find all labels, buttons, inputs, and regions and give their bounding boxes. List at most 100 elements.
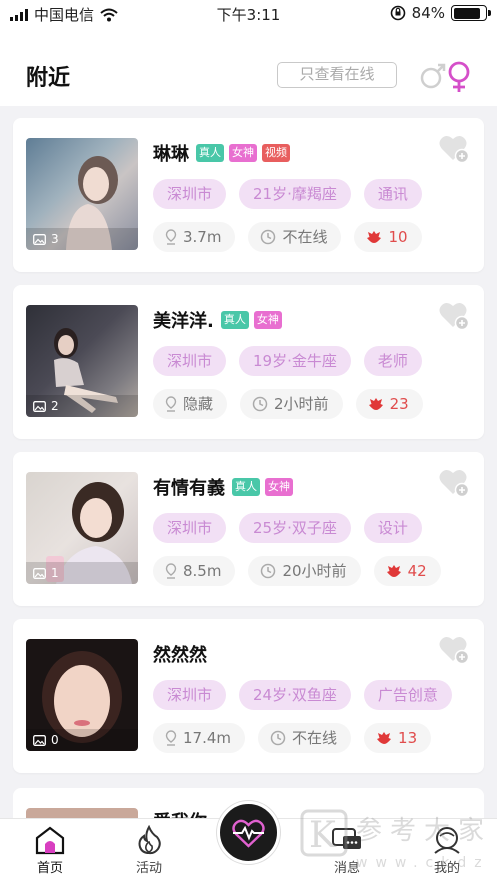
tag-row: 深圳市 19岁·金牛座 老师 xyxy=(153,346,422,376)
heartbeat-icon xyxy=(232,819,265,848)
status-value: 20小时前 xyxy=(282,562,347,580)
flower-count-value: 23 xyxy=(389,395,409,413)
tag-row: 深圳市 21岁·摩羯座 通讯 xyxy=(153,179,422,209)
rose-icon xyxy=(367,231,382,243)
city-tag: 深圳市 xyxy=(153,680,227,710)
clock-icon xyxy=(252,396,268,412)
verified-badge: 真人 xyxy=(196,144,224,162)
age-tag: 21岁·摩羯座 xyxy=(239,179,351,209)
photo-count-value: 0 xyxy=(51,733,59,747)
online-status-chip: 不在线 xyxy=(258,723,352,753)
svg-text:K: K xyxy=(309,815,344,856)
flower-count-value: 10 xyxy=(388,228,408,246)
meta-row: 8.5m 20小时前 42 xyxy=(153,556,441,586)
location-pin-icon xyxy=(165,229,177,245)
tab-label: 首页 xyxy=(36,861,63,876)
tab-label: 活动 xyxy=(135,861,162,876)
age-tag: 19岁·金牛座 xyxy=(239,346,351,376)
svg-text:www.ckdz: www.ckdz xyxy=(356,855,490,871)
status-right: 84% xyxy=(390,4,491,22)
orientation-lock-icon xyxy=(390,5,405,21)
like-add-icon[interactable] xyxy=(438,301,470,331)
user-card[interactable]: 3 琳琳 真人 女神 视频 深圳市 21岁·摩羯座 通讯 3.7m 不在线 10 xyxy=(13,118,484,272)
goddess-badge: 女神 xyxy=(253,311,282,329)
verified-badge: 真人 xyxy=(232,478,260,496)
distance-value: 隐藏 xyxy=(183,395,214,413)
user-photo[interactable]: 1 xyxy=(26,472,138,584)
like-add-icon[interactable] xyxy=(438,134,470,164)
location-pin-icon xyxy=(165,730,177,746)
tab-activity[interactable]: 活动 xyxy=(119,825,179,876)
photo-count-value: 3 xyxy=(51,232,59,246)
job-tag: 通讯 xyxy=(363,179,422,209)
photo-count: 1 xyxy=(26,562,138,584)
user-name: 美洋洋. xyxy=(153,311,214,332)
photo-count: 0 xyxy=(26,729,138,751)
user-photo[interactable]: 3 xyxy=(26,138,138,250)
online-only-filter-button[interactable]: 只查看在线 xyxy=(277,62,397,88)
photo-count-value: 2 xyxy=(51,399,59,413)
gender-switch-icon[interactable] xyxy=(415,58,475,94)
age-tag: 25岁·双子座 xyxy=(239,513,351,543)
home-icon xyxy=(35,826,65,855)
tag-row: 深圳市 24岁·双鱼座 广告创意 xyxy=(153,680,452,710)
rose-icon xyxy=(377,732,392,744)
name-row: 然然然 xyxy=(153,641,209,667)
city-tag: 深圳市 xyxy=(153,513,227,543)
user-name: 然然然 xyxy=(153,645,207,666)
flower-count-chip: 10 xyxy=(354,222,422,252)
photo-count: 3 xyxy=(26,228,138,250)
photo-count-value: 1 xyxy=(51,566,59,580)
tag-row: 深圳市 25岁·双子座 设计 xyxy=(153,513,422,543)
watermark-text: 参考大家 xyxy=(356,816,492,846)
user-card[interactable]: 2 美洋洋. 真人 女神 深圳市 19岁·金牛座 老师 隐藏 2小时前 23 xyxy=(13,285,484,439)
like-add-icon[interactable] xyxy=(438,468,470,498)
like-add-icon[interactable] xyxy=(438,635,470,665)
meta-row: 17.4m 不在线 13 xyxy=(153,723,432,753)
user-name: 有情有義 xyxy=(153,478,225,499)
photo-count: 2 xyxy=(26,395,138,417)
online-status-chip: 不在线 xyxy=(248,222,342,252)
flower-count-value: 42 xyxy=(407,562,427,580)
city-tag: 深圳市 xyxy=(153,179,227,209)
rose-icon xyxy=(368,398,383,410)
status-value: 不在线 xyxy=(292,729,338,747)
job-tag: 设计 xyxy=(363,513,422,543)
name-row: 有情有義 真人 女神 xyxy=(153,474,293,500)
location-pin-icon xyxy=(165,563,177,579)
user-photo[interactable]: 2 xyxy=(26,305,138,417)
meta-row: 3.7m 不在线 10 xyxy=(153,222,422,252)
nav-header: 附近 只查看在线 xyxy=(0,28,497,106)
distance-chip: 17.4m xyxy=(153,723,246,753)
tab-home[interactable]: 首页 xyxy=(20,825,80,876)
location-pin-icon xyxy=(165,396,177,412)
distance-chip: 8.5m xyxy=(153,556,236,586)
watermark: K 参考大家 www.ckdz xyxy=(300,805,497,883)
clock-icon xyxy=(261,563,276,579)
battery-icon xyxy=(451,5,491,21)
user-card[interactable]: 0 然然然 深圳市 24岁·双鱼座 广告创意 17.4m 不在线 13 xyxy=(13,619,484,773)
clock-icon xyxy=(261,229,276,245)
user-card[interactable]: 1 有情有義 真人 女神 深圳市 25岁·双子座 设计 8.5m 20小时前 4… xyxy=(13,452,484,606)
distance-value: 3.7m xyxy=(183,228,222,246)
rose-icon xyxy=(386,565,401,577)
goddess-badge: 女神 xyxy=(229,144,257,162)
distance-chip: 隐藏 xyxy=(153,389,228,419)
clock-icon xyxy=(270,730,286,746)
status-value: 不在线 xyxy=(282,228,328,246)
meta-row: 隐藏 2小时前 23 xyxy=(153,389,423,419)
match-center-button[interactable] xyxy=(217,801,280,864)
gallery-icon xyxy=(33,233,46,245)
flower-count-value: 13 xyxy=(398,729,418,747)
flower-count-chip: 23 xyxy=(355,389,423,419)
name-row: 琳琳 真人 女神 视频 xyxy=(153,140,290,166)
user-name: 琳琳 xyxy=(153,144,189,165)
online-status-chip: 2小时前 xyxy=(240,389,343,419)
user-photo[interactable]: 0 xyxy=(26,639,138,751)
page-title: 附近 xyxy=(26,66,71,91)
city-tag: 深圳市 xyxy=(153,346,227,376)
age-tag: 24岁·双鱼座 xyxy=(239,680,351,710)
gallery-icon xyxy=(33,734,46,746)
job-tag: 老师 xyxy=(363,346,422,376)
goddess-badge: 女神 xyxy=(265,478,293,496)
